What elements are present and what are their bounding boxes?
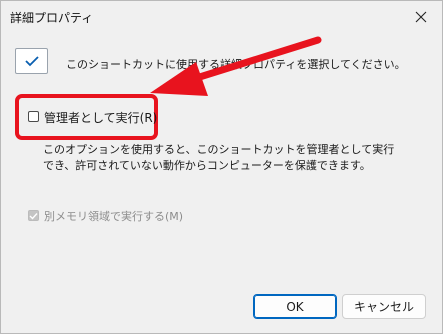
run-as-admin-checkbox[interactable]	[28, 111, 39, 122]
title-bar: 詳細プロパティ	[1, 1, 442, 33]
checkmark-icon	[29, 212, 38, 220]
checkmark-icon	[15, 48, 48, 74]
separate-memory-label: 別メモリ領域で実行する(M)	[44, 210, 184, 223]
run-as-admin-label[interactable]: 管理者として実行(R)	[44, 109, 157, 126]
dialog-title: 詳細プロパティ	[10, 11, 94, 25]
advanced-properties-dialog: 詳細プロパティ このショートカットに使用する詳細プロパティを選択してください。 …	[0, 0, 443, 334]
dialog-description: このショートカットに使用する詳細プロパティを選択してください。	[66, 58, 406, 71]
cancel-button[interactable]: キャンセル	[342, 294, 426, 319]
separate-memory-checkbox	[28, 210, 39, 221]
close-button[interactable]	[406, 4, 436, 30]
ok-button[interactable]: OK	[253, 294, 337, 319]
close-icon	[415, 11, 427, 23]
run-as-admin-info: このオプションを使用すると、このショートカットを管理者として実行でき、許可されて…	[43, 143, 395, 172]
